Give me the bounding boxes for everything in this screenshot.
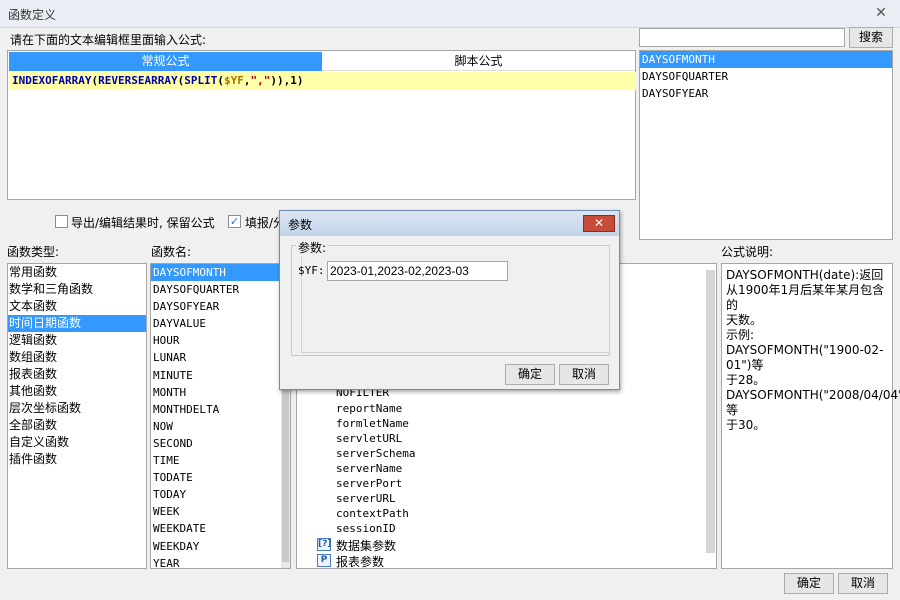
dialog-close-button[interactable]: ✕ xyxy=(583,215,615,232)
function-type-item[interactable]: 数组函数 xyxy=(8,349,146,366)
formula-variable: $YF xyxy=(223,74,244,87)
suggestion-item[interactable]: DAYSOFQUARTER xyxy=(640,68,892,85)
description-line: 天数。 xyxy=(726,313,763,327)
formula-text[interactable]: INDEXOFARRAY(REVERSEARRAY(SPLIT($YF,",")… xyxy=(9,72,636,90)
description-line: DAYSOFMONTH(date):返回 xyxy=(726,268,884,282)
function-type-item[interactable]: 数学和三角函数 xyxy=(8,281,146,298)
description-line: 示例: xyxy=(726,328,755,342)
checkmark-icon: ✓ xyxy=(229,215,240,228)
tree-item[interactable]: reportName xyxy=(336,402,402,415)
tree-item[interactable]: serverName xyxy=(336,462,402,475)
function-name-item[interactable]: DAYSOFYEAR xyxy=(151,298,290,315)
title-bar xyxy=(0,0,900,28)
formula-function: SPLIT xyxy=(184,74,218,87)
function-name-item[interactable]: DAYSOFQUARTER xyxy=(151,281,290,298)
search-button[interactable]: 搜索 xyxy=(849,27,893,48)
tree-item[interactable]: servletURL xyxy=(336,432,402,445)
function-type-item[interactable]: 层次坐标函数 xyxy=(8,400,146,417)
function-name-item[interactable]: WEEK xyxy=(151,503,290,520)
tree-item[interactable]: sessionID xyxy=(336,522,396,535)
fill-label: 填报/分 xyxy=(245,216,281,230)
function-type-item[interactable]: 逻辑函数 xyxy=(8,332,146,349)
report-parameter-icon: P xyxy=(317,554,331,567)
function-name-item[interactable]: SECOND xyxy=(151,435,290,452)
formula-punct: )),1) xyxy=(270,74,304,87)
description-line: 于30。 xyxy=(726,418,766,432)
window-title: 函数定义 xyxy=(8,8,57,22)
function-name-item[interactable]: WEEKDATE xyxy=(151,520,290,537)
tree-item[interactable]: serverURL xyxy=(336,492,396,505)
fill-checkbox[interactable]: ✓ xyxy=(228,215,241,228)
keep-formula-checkbox[interactable] xyxy=(55,215,68,228)
description-line: DAYSOFMONTH("1900-02-01")等 xyxy=(726,343,884,372)
function-type-item[interactable]: 自定义函数 xyxy=(8,434,146,451)
function-name-item[interactable]: LUNAR xyxy=(151,349,290,366)
formula-punct: ( xyxy=(217,74,224,87)
formula-string: "," xyxy=(250,74,271,87)
search-input[interactable] xyxy=(639,28,845,47)
description-line: DAYSOFMONTH("2008/04/04")等 xyxy=(726,388,900,417)
function-name-item[interactable]: TODATE xyxy=(151,469,290,486)
tree-item[interactable]: contextPath xyxy=(336,507,409,520)
function-name-item[interactable]: DAYSOFMONTH xyxy=(151,264,290,282)
tab-normal-formula[interactable]: 常规公式 xyxy=(9,52,322,71)
function-type-item[interactable]: 报表函数 xyxy=(8,366,146,383)
formula-function: REVERSEARRAY xyxy=(98,74,178,87)
tree-item[interactable]: serverPort xyxy=(336,477,402,490)
function-type-item[interactable]: 其他函数 xyxy=(8,383,146,400)
dataset-parameter-icon: [?] xyxy=(317,538,332,551)
parameter-tree-scrollbar[interactable] xyxy=(706,270,715,553)
keep-formula-label: 导出/编辑结果时, 保留公式 xyxy=(71,216,215,230)
parameter-dialog: 参数 ✕ 参数: $YF: 确定 取消 xyxy=(279,210,620,390)
tree-group-report-params[interactable]: 报表参数 xyxy=(336,553,384,570)
function-name-item[interactable]: WEEKDAY xyxy=(151,538,290,555)
tab-script-formula[interactable]: 脚本公式 xyxy=(322,52,635,71)
function-name-item[interactable]: MONTH xyxy=(151,384,290,401)
function-name-item[interactable]: YEAR xyxy=(151,555,290,568)
suggestion-item[interactable]: DAYSOFYEAR xyxy=(640,85,892,102)
function-type-item[interactable]: 全部函数 xyxy=(8,417,146,434)
function-name-item[interactable]: TIME xyxy=(151,452,290,469)
function-name-item[interactable]: MINUTE xyxy=(151,367,290,384)
dialog-cancel-button[interactable]: 取消 xyxy=(559,364,609,385)
formula-editor[interactable]: 常规公式 脚本公式 INDEXOFARRAY(REVERSEARRAY(SPLI… xyxy=(7,50,636,200)
function-type-item[interactable]: 插件函数 xyxy=(8,451,146,468)
parameter-value-input[interactable] xyxy=(327,261,508,281)
dialog-title: 参数 xyxy=(288,218,313,232)
function-name-item[interactable]: NOW xyxy=(151,418,290,435)
parameter-name-label: $YF: xyxy=(298,264,325,277)
formula-description-label: 公式说明: xyxy=(721,245,774,259)
formula-function: INDEXOFARRAY xyxy=(12,74,92,87)
function-name-item[interactable]: TODAY xyxy=(151,486,290,503)
function-type-item[interactable]: 常用函数 xyxy=(8,264,146,281)
instruction-label: 请在下面的文本编辑框里面输入公式: xyxy=(10,33,207,47)
function-name-item[interactable]: DAYVALUE xyxy=(151,315,290,332)
suggestion-list[interactable]: DAYSOFMONTH DAYSOFQUARTER DAYSOFYEAR xyxy=(639,50,893,240)
dialog-title-bar xyxy=(280,211,619,236)
parameter-group-label: 参数: xyxy=(296,239,329,256)
ok-button[interactable]: 确定 xyxy=(784,573,834,594)
function-name-item[interactable]: MONTHDELTA xyxy=(151,401,290,418)
function-type-item[interactable]: 文本函数 xyxy=(8,298,146,315)
function-name-item[interactable]: HOUR xyxy=(151,332,290,349)
function-type-label: 函数类型: xyxy=(7,245,60,259)
function-type-item[interactable]: 时间日期函数 xyxy=(8,315,146,332)
tree-item[interactable]: serverSchema xyxy=(336,447,415,460)
function-type-list[interactable]: 常用函数 数学和三角函数 文本函数 时间日期函数 逻辑函数 数组函数 报表函数 … xyxy=(7,263,147,569)
description-line: 于28。 xyxy=(726,373,766,387)
tree-group-dataset-params[interactable]: 数据集参数 xyxy=(336,537,396,554)
tree-item[interactable]: formletName xyxy=(336,417,409,430)
suggestion-item[interactable]: DAYSOFMONTH xyxy=(640,51,892,68)
dialog-ok-button[interactable]: 确定 xyxy=(505,364,555,385)
formula-description: DAYSOFMONTH(date):返回 从1900年1月后某年某月包含的 天数… xyxy=(721,263,900,569)
description-line: 从1900年1月后某年某月包含的 xyxy=(726,283,885,312)
window-close-button[interactable]: ✕ xyxy=(870,6,892,22)
function-name-list[interactable]: DAYSOFMONTH DAYSOFQUARTER DAYSOFYEAR DAY… xyxy=(150,263,291,569)
function-name-label: 函数名: xyxy=(151,245,192,259)
cancel-button[interactable]: 取消 xyxy=(838,573,888,594)
